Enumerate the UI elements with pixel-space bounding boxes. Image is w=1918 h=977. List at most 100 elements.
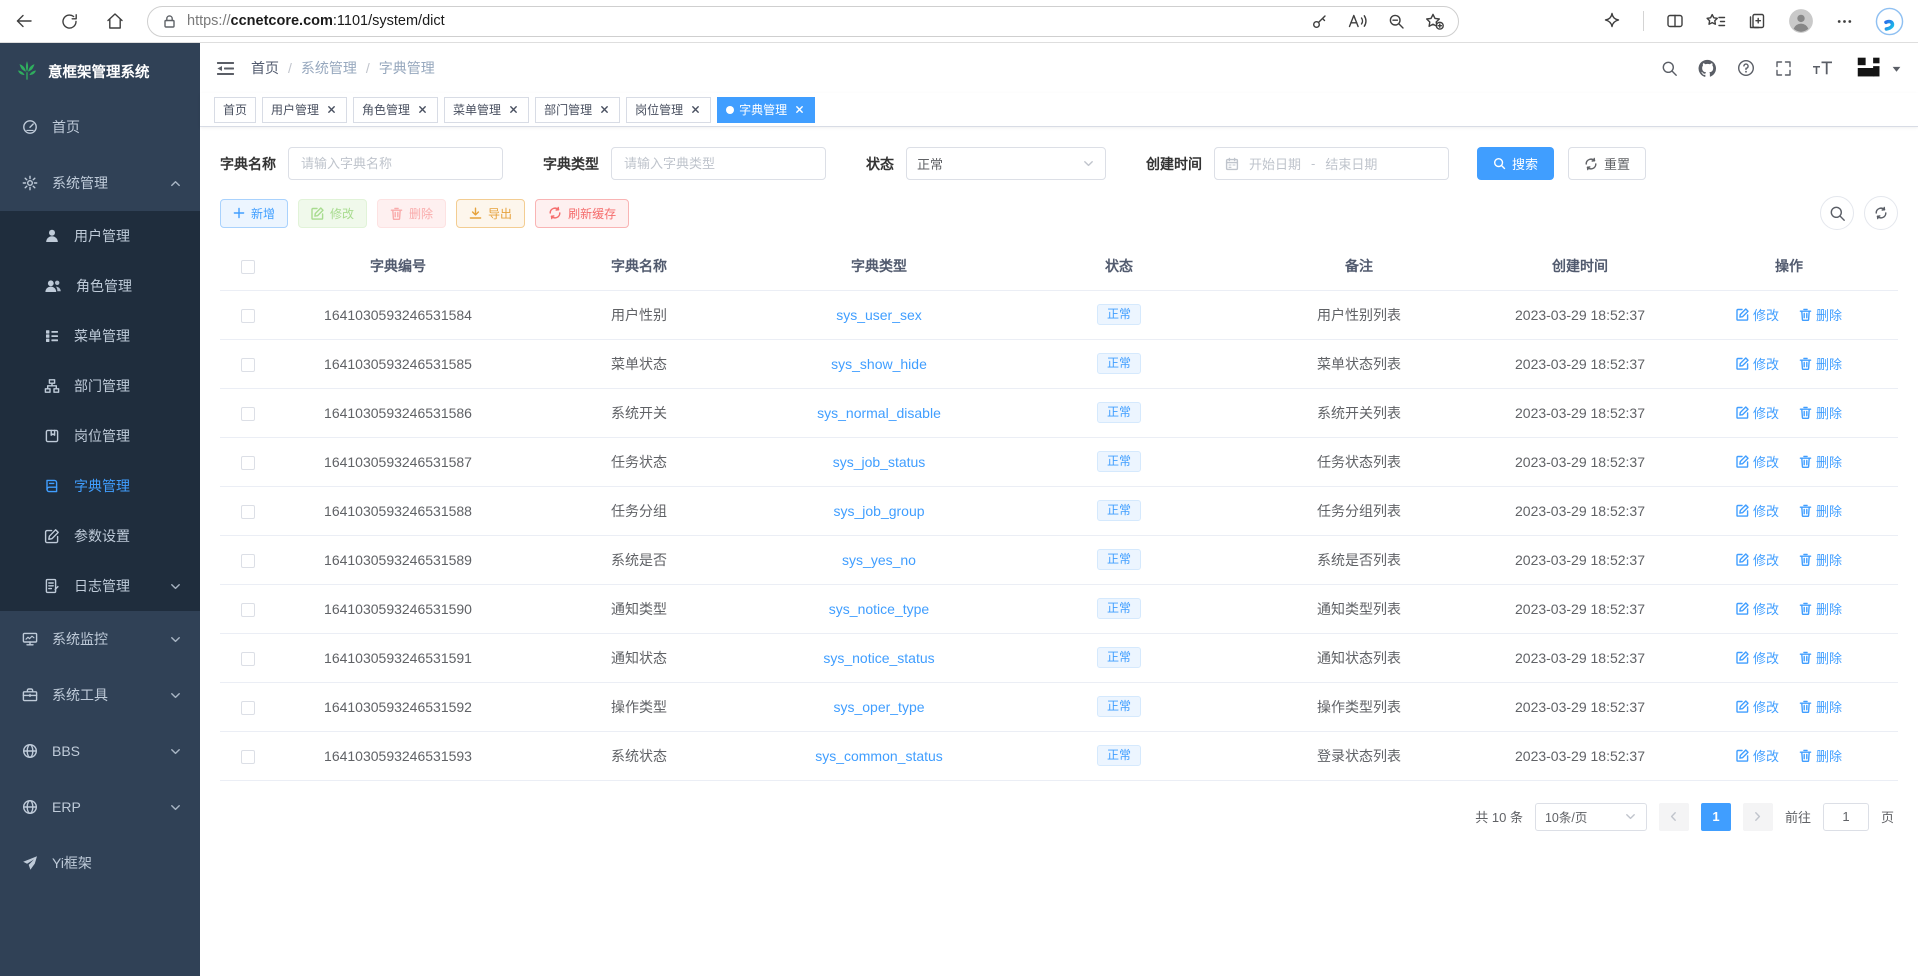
- row-delete-link[interactable]: 删除: [1799, 403, 1842, 422]
- page-size-select[interactable]: 10条/页: [1535, 803, 1647, 831]
- row-delete-link[interactable]: 删除: [1799, 599, 1842, 618]
- row-delete-link[interactable]: 删除: [1799, 550, 1842, 569]
- dict-name-input[interactable]: [288, 147, 503, 180]
- add-favorite-icon[interactable]: [1425, 13, 1444, 30]
- split-screen-icon[interactable]: [1666, 12, 1684, 30]
- row-checkbox[interactable]: [241, 750, 255, 764]
- sidebar-item-system-monitor[interactable]: 系统监控: [0, 611, 200, 667]
- dict-type-link[interactable]: sys_job_group: [833, 503, 924, 519]
- row-edit-link[interactable]: 修改: [1736, 354, 1779, 373]
- row-delete-link[interactable]: 删除: [1799, 452, 1842, 471]
- dict-type-link[interactable]: sys_show_hide: [831, 356, 927, 372]
- row-checkbox[interactable]: [241, 554, 255, 568]
- sidebar-item-yi-framework[interactable]: Yi框架: [0, 835, 200, 891]
- collections-icon[interactable]: [1748, 12, 1766, 30]
- sidebar-item-role-management[interactable]: 角色管理: [0, 261, 200, 311]
- row-edit-link[interactable]: 修改: [1736, 305, 1779, 324]
- row-checkbox[interactable]: [241, 358, 255, 372]
- row-checkbox[interactable]: [241, 309, 255, 323]
- row-edit-link[interactable]: 修改: [1736, 501, 1779, 520]
- browser-back-icon[interactable]: [14, 11, 34, 31]
- select-all-checkbox[interactable]: [241, 260, 255, 274]
- browser-refresh-icon[interactable]: [60, 12, 79, 31]
- dict-type-input[interactable]: [611, 147, 826, 180]
- refresh-table-button[interactable]: [1864, 196, 1898, 230]
- tab-dict[interactable]: 字典管理: [717, 97, 815, 123]
- row-delete-link[interactable]: 删除: [1799, 746, 1842, 765]
- browser-home-icon[interactable]: [105, 11, 125, 31]
- sidebar-item-dict-management[interactable]: 字典管理: [0, 461, 200, 511]
- sidebar-item-post-management[interactable]: 岗位管理: [0, 411, 200, 461]
- goto-page-input[interactable]: [1823, 803, 1869, 831]
- sidebar-item-menu-management[interactable]: 菜单管理: [0, 311, 200, 361]
- row-edit-link[interactable]: 修改: [1736, 403, 1779, 422]
- favorites-icon[interactable]: [1706, 13, 1726, 30]
- dict-type-link[interactable]: sys_common_status: [815, 748, 943, 764]
- row-checkbox[interactable]: [241, 505, 255, 519]
- bing-chat-icon[interactable]: [1875, 7, 1904, 36]
- sidebar-item-user-management[interactable]: 用户管理: [0, 211, 200, 261]
- dict-type-link[interactable]: sys_user_sex: [836, 307, 922, 323]
- row-delete-link[interactable]: 删除: [1799, 305, 1842, 324]
- row-checkbox[interactable]: [241, 603, 255, 617]
- dict-type-link[interactable]: sys_notice_status: [823, 650, 934, 666]
- user-menu[interactable]: [1853, 52, 1902, 84]
- sidebar-item-erp[interactable]: ERP: [0, 779, 200, 835]
- date-range-picker[interactable]: 开始日期 - 结束日期: [1214, 147, 1449, 180]
- toggle-search-button[interactable]: [1820, 196, 1854, 230]
- sidebar-item-log-management[interactable]: 日志管理: [0, 561, 200, 611]
- dict-type-link[interactable]: sys_oper_type: [833, 699, 924, 715]
- prev-page-button[interactable]: [1659, 803, 1689, 831]
- password-key-icon[interactable]: [1311, 13, 1328, 30]
- header-search-icon[interactable]: [1661, 60, 1678, 77]
- row-checkbox[interactable]: [241, 456, 255, 470]
- row-edit-link[interactable]: 修改: [1736, 452, 1779, 471]
- sidebar-item-dept-management[interactable]: 部门管理: [0, 361, 200, 411]
- page-1-button[interactable]: 1: [1701, 803, 1731, 831]
- zoom-out-icon[interactable]: [1388, 13, 1405, 30]
- dict-type-link[interactable]: sys_normal_disable: [817, 405, 941, 421]
- close-icon[interactable]: [506, 103, 520, 117]
- tab-home[interactable]: 首页: [214, 97, 256, 123]
- tab-dept[interactable]: 部门管理: [535, 97, 620, 123]
- tab-post[interactable]: 岗位管理: [626, 97, 711, 123]
- next-page-button[interactable]: [1743, 803, 1773, 831]
- sidebar-item-param-settings[interactable]: 参数设置: [0, 511, 200, 561]
- github-icon[interactable]: [1698, 59, 1717, 78]
- close-icon[interactable]: [597, 103, 611, 117]
- breadcrumb-home[interactable]: 首页: [251, 58, 279, 78]
- add-button[interactable]: 新增: [220, 199, 288, 228]
- browser-essentials-icon[interactable]: [1603, 12, 1621, 30]
- export-button[interactable]: 导出: [456, 199, 525, 228]
- refresh-cache-button[interactable]: 刷新缓存: [535, 199, 629, 228]
- close-icon[interactable]: [688, 103, 702, 117]
- row-delete-link[interactable]: 删除: [1799, 648, 1842, 667]
- url-text[interactable]: https://ccnetcore.com:1101/system/dict: [187, 13, 1301, 29]
- help-icon[interactable]: [1737, 59, 1755, 77]
- row-edit-link[interactable]: 修改: [1736, 550, 1779, 569]
- tab-user[interactable]: 用户管理: [262, 97, 347, 123]
- row-checkbox[interactable]: [241, 652, 255, 666]
- search-button[interactable]: 搜索: [1477, 147, 1554, 180]
- dict-type-link[interactable]: sys_notice_type: [829, 601, 929, 617]
- sidebar-fold-icon[interactable]: [216, 60, 235, 77]
- tab-menu[interactable]: 菜单管理: [444, 97, 529, 123]
- row-checkbox[interactable]: [241, 407, 255, 421]
- delete-button[interactable]: 删除: [377, 199, 446, 228]
- row-delete-link[interactable]: 删除: [1799, 501, 1842, 520]
- row-edit-link[interactable]: 修改: [1736, 697, 1779, 716]
- close-icon[interactable]: [415, 103, 429, 117]
- row-delete-link[interactable]: 删除: [1799, 354, 1842, 373]
- row-edit-link[interactable]: 修改: [1736, 648, 1779, 667]
- sidebar-item-bbs[interactable]: BBS: [0, 723, 200, 779]
- row-delete-link[interactable]: 删除: [1799, 697, 1842, 716]
- row-checkbox[interactable]: [241, 701, 255, 715]
- reset-button[interactable]: 重置: [1568, 147, 1646, 180]
- app-logo[interactable]: 意框架管理系统: [0, 43, 200, 99]
- dict-type-link[interactable]: sys_yes_no: [842, 552, 916, 568]
- sidebar-item-system-management[interactable]: 系统管理: [0, 155, 200, 211]
- sidebar-item-home[interactable]: 首页: [0, 99, 200, 155]
- tab-role[interactable]: 角色管理: [353, 97, 438, 123]
- close-icon[interactable]: [792, 103, 806, 117]
- row-edit-link[interactable]: 修改: [1736, 599, 1779, 618]
